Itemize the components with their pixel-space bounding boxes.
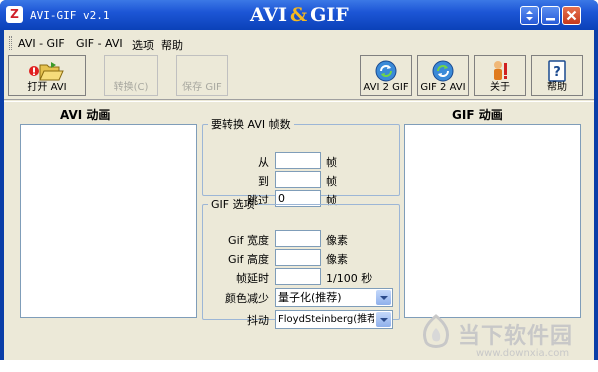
avi-preview-panel — [20, 124, 197, 318]
to-row: 到 帧 — [203, 171, 399, 188]
from-input[interactable] — [275, 152, 321, 169]
color-reduce-select[interactable]: 量子化(推荐) — [275, 288, 393, 307]
watermark-logo-icon — [422, 314, 450, 348]
gif-width-row: Gif 宽度 像素 — [203, 230, 399, 247]
color-reduce-value: 量子化(推荐) — [278, 291, 342, 304]
frame-delay-input[interactable] — [275, 268, 321, 285]
gif-options-legend: GIF 选项 — [211, 198, 255, 211]
save-gif-label: 保存 GIF — [182, 82, 222, 93]
gif-height-input[interactable] — [275, 249, 321, 266]
minimize-icon — [546, 18, 555, 21]
window-title: AVI-GIF v2.1 — [30, 9, 110, 22]
close-icon — [566, 10, 577, 21]
dither-select[interactable]: FloydSteinberg(推荐) — [275, 310, 393, 329]
title-bar[interactable]: Z AVI-GIF v2.1 AVI & GIF — [0, 0, 598, 30]
dither-label: 抖动 — [247, 314, 269, 327]
gif-height-label: Gif 高度 — [228, 253, 269, 266]
gif-panel-title: GIF 动画 — [452, 108, 503, 122]
about-button[interactable]: 关于 — [474, 55, 526, 96]
close-button[interactable] — [562, 6, 581, 25]
minimize-button[interactable] — [541, 6, 560, 25]
color-reduce-label: 颜色减少 — [225, 292, 269, 305]
refresh-icon — [432, 60, 454, 82]
menu-grip[interactable] — [9, 36, 12, 50]
dither-row: 抖动 FloydSteinberg(推荐) — [203, 310, 399, 329]
gif-options-group: GIF 选项 Gif 宽度 像素 Gif 高度 像素 帧延时 1/100 秒 颜… — [202, 196, 400, 329]
save-gif-button[interactable]: 保存 GIF — [176, 55, 228, 96]
to-unit: 帧 — [326, 175, 337, 188]
refresh-icon — [375, 60, 397, 82]
color-reduce-row: 颜色减少 量子化(推荐) — [203, 288, 399, 307]
avi-2-gif-label: AVI 2 GIF — [363, 82, 409, 93]
menu-gif-avi[interactable]: GIF - AVI — [76, 37, 123, 50]
gif-2-avi-label: GIF 2 AVI — [420, 82, 466, 93]
open-avi-label: 打开 AVI — [27, 82, 67, 93]
gif-height-row: Gif 高度 像素 — [203, 249, 399, 266]
menu-avi-gif[interactable]: AVI - GIF — [18, 37, 65, 50]
help-label: 帮助 — [547, 82, 567, 93]
watermark-text: 当下软件园 — [458, 324, 574, 349]
chevron-down-icon[interactable] — [376, 312, 391, 327]
brand-logo: AVI & GIF — [250, 4, 349, 26]
restore-icon — [526, 10, 533, 21]
from-label: 从 — [258, 156, 269, 169]
gif-width-label: Gif 宽度 — [228, 234, 269, 247]
frames-legend: 要转换 AVI 帧数 — [211, 118, 291, 131]
gif-preview-panel — [404, 124, 581, 318]
to-input[interactable] — [275, 171, 321, 188]
avi-panel-title: AVI 动画 — [60, 108, 111, 122]
watermark: 当下软件园 www.downxia.com — [418, 312, 598, 372]
menu-options[interactable]: 选项 — [132, 37, 154, 53]
help-button[interactable]: ? 帮助 — [531, 55, 583, 96]
to-label: 到 — [258, 175, 269, 188]
gif-width-input[interactable] — [275, 230, 321, 247]
from-unit: 帧 — [326, 156, 337, 169]
toolbar: 打开 AVI 转换(C) 保存 GIF AVI 2 GIF GIF 2 AVI … — [4, 54, 594, 100]
chevron-down-icon[interactable] — [376, 290, 391, 305]
convert-button[interactable]: 转换(C) — [104, 55, 158, 96]
brand-gif: GIF — [310, 4, 349, 26]
gif-height-unit: 像素 — [326, 253, 348, 266]
about-label: 关于 — [490, 82, 510, 93]
restore-button[interactable] — [520, 6, 539, 25]
brand-avi: AVI — [250, 4, 287, 26]
watermark-url: www.downxia.com — [476, 348, 570, 359]
open-avi-button[interactable]: 打开 AVI — [8, 55, 86, 96]
client-area: AVI - GIF GIF - AVI 选项 帮助 打开 AVI 转换(C) 保… — [4, 30, 594, 360]
frame-delay-row: 帧延时 1/100 秒 — [203, 268, 399, 285]
frames-group: 要转换 AVI 帧数 从 帧 到 帧 跳过 0 帧 — [202, 116, 400, 207]
dither-value: FloydSteinberg(推荐) — [278, 314, 374, 325]
gif-width-unit: 像素 — [326, 234, 348, 247]
convert-label: 转换(C) — [113, 82, 149, 93]
app-logo-icon[interactable]: Z — [6, 6, 23, 23]
from-row: 从 帧 — [203, 152, 399, 169]
app-window: Z AVI-GIF v2.1 AVI & GIF AVI - GIF GIF - A… — [0, 0, 598, 360]
menu-help[interactable]: 帮助 — [161, 37, 183, 53]
gif-2-avi-button[interactable]: GIF 2 AVI — [417, 55, 469, 96]
menu-bar: AVI - GIF GIF - AVI 选项 帮助 — [4, 34, 594, 52]
brand-ampersand: & — [290, 4, 308, 26]
frame-delay-label: 帧延时 — [236, 272, 269, 285]
avi-2-gif-button[interactable]: AVI 2 GIF — [360, 55, 412, 96]
frame-delay-unit: 1/100 秒 — [326, 272, 373, 285]
